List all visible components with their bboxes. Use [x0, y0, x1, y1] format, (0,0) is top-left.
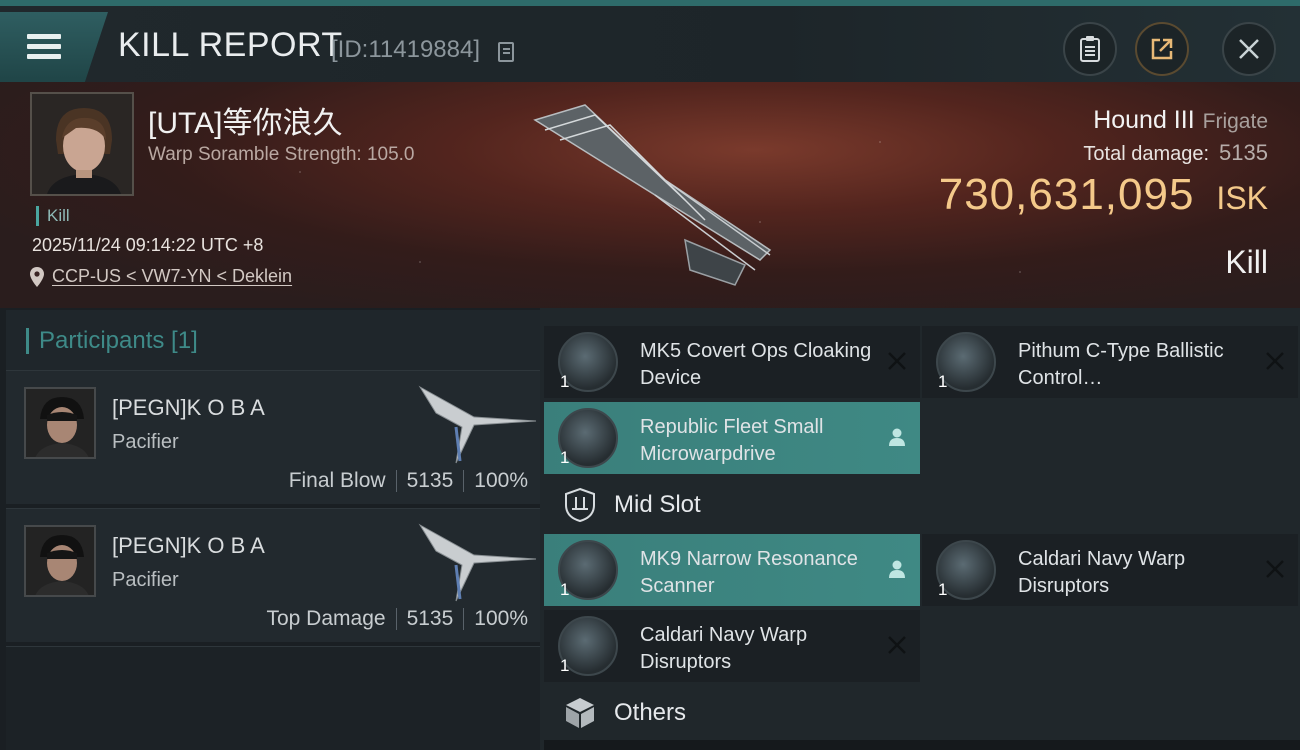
participant-role: Top Damage: [266, 607, 386, 630]
kill-tag: Kill: [36, 206, 70, 226]
x-mark-icon: [888, 636, 906, 654]
item-name: Caldari Navy Warp Disruptors: [640, 624, 808, 673]
item-name: Pithum C-Type Ballistic Control…: [1018, 340, 1224, 389]
participants-panel: Participants [1] [PEGN]K O B A Pacifier …: [0, 308, 540, 750]
participant-ship-image: [418, 385, 537, 464]
participants-header: Participants [1]: [6, 310, 540, 372]
mid-slot-section-header: Mid Slot: [544, 476, 1300, 534]
others-label: Others: [614, 699, 687, 726]
isk-amount: 730,631,095: [938, 170, 1195, 219]
participant-ship: Pacifier: [112, 569, 179, 591]
fitting-item[interactable]: 1 MK5 Covert Ops Cloaking Device: [544, 326, 920, 398]
item-quantity: 1: [560, 580, 570, 599]
total-damage: Total damage: 5135: [1083, 140, 1268, 166]
shield-slot-icon: [565, 487, 595, 523]
close-button[interactable]: [1222, 22, 1276, 76]
participant-portrait: [24, 525, 96, 597]
pilot-portrait-image: [32, 94, 132, 194]
list-bottom-edge: [544, 740, 1300, 750]
fitting-item[interactable]: 1 Caldari Navy Warp Disruptors: [544, 610, 920, 682]
fitting-item[interactable]: 1 Pithum C-Type Ballistic Control…: [922, 326, 1298, 398]
victim-name: [UTA]等你浪久: [148, 107, 343, 140]
participants-title: Participants [1]: [26, 328, 198, 354]
location-text: CCP-US < VW7-YN < Deklein: [52, 266, 293, 286]
report-result: Kill: [1225, 244, 1268, 280]
participant-card[interactable]: [PEGN]K O B A Pacifier Top Damage 5135 1…: [6, 508, 540, 642]
fitting-item[interactable]: 1 Republic Fleet Small Microwarpdrive: [544, 402, 920, 474]
clipboard-icon: [1080, 36, 1100, 62]
isk-value: 730,631,095 ISK: [939, 170, 1268, 220]
item-name: Caldari Navy Warp Disruptors: [1018, 548, 1186, 597]
total-damage-value: 5135: [1219, 140, 1268, 165]
copy-icon[interactable]: [498, 42, 514, 62]
person-icon: [889, 428, 905, 446]
location-pin-icon: [30, 266, 44, 287]
participant-name: [PEGN]K O B A: [112, 533, 265, 558]
ship-name: Hound III: [1093, 106, 1195, 134]
kill-location-link[interactable]: CCP-US < VW7-YN < Deklein: [30, 266, 292, 287]
participant-card[interactable]: [PEGN]K O B A Pacifier Final Blow 5135 1…: [6, 370, 540, 504]
divider: [395, 470, 397, 492]
cube-icon: [566, 698, 594, 728]
isk-unit: ISK: [1216, 180, 1268, 216]
top-bar: KILL REPORT [ID:11419884]: [0, 0, 1300, 84]
item-name: Republic Fleet Small Microwarpdrive: [640, 416, 824, 465]
fitting-panel[interactable]: 1 MK5 Covert Ops Cloaking Device 1 Pithu…: [540, 308, 1300, 750]
report-id: [ID:11419884]: [331, 36, 481, 63]
x-mark-icon: [1266, 352, 1284, 370]
participant-name: [PEGN]K O B A: [112, 395, 265, 420]
hamburger-menu-icon: [27, 34, 61, 60]
close-icon: [1239, 39, 1259, 59]
x-mark-icon: [1266, 560, 1284, 578]
share-button[interactable]: [1135, 22, 1189, 76]
participant-ship: Pacifier: [112, 431, 179, 453]
participant-ship-image: [418, 523, 537, 602]
participants-empty-area: [6, 646, 540, 750]
participant-role: Final Blow: [288, 469, 386, 492]
participant-percent: 100%: [474, 469, 528, 492]
divider: [395, 608, 397, 630]
victim-portrait[interactable]: [30, 92, 134, 196]
participant-stats: Final Blow 5135 100%: [289, 469, 528, 493]
participant-portrait: [24, 387, 96, 459]
fitting-item[interactable]: 1 MK9 Narrow Resonance Scanner: [544, 534, 920, 606]
total-damage-label: Total damage:: [1083, 143, 1210, 165]
item-quantity: 1: [560, 448, 570, 467]
participant-damage: 5135: [406, 607, 454, 630]
item-name: MK9 Narrow Resonance Scanner: [640, 548, 858, 597]
x-mark-icon: [888, 352, 906, 370]
menu-button[interactable]: [0, 12, 108, 84]
mid-slot-label: Mid Slot: [614, 491, 701, 518]
item-quantity: 1: [938, 580, 948, 599]
item-quantity: 1: [560, 656, 570, 675]
divider: [463, 470, 465, 492]
warp-scramble-strength: Warp Soramble Strength: 105.0: [148, 144, 415, 165]
others-section-header: Others: [544, 684, 1300, 742]
item-quantity: 1: [560, 372, 570, 391]
share-icon: [1151, 38, 1173, 60]
participant-percent: 100%: [474, 607, 528, 630]
kill-summary-banner: [UTA]等你浪久 Warp Soramble Strength: 105.0 …: [0, 82, 1300, 308]
item-quantity: 1: [938, 372, 948, 391]
victim-ship-image: [533, 104, 772, 286]
participant-stats: Top Damage 5135 100%: [266, 607, 528, 631]
person-icon: [889, 560, 905, 578]
page-title: KILL REPORT: [118, 26, 343, 64]
participant-damage: 5135: [406, 469, 454, 492]
fitting-item[interactable]: 1 Caldari Navy Warp Disruptors: [922, 534, 1298, 606]
kill-datetime: 2025/11/24 09:14:22 UTC +8: [32, 235, 264, 255]
divider: [463, 608, 465, 630]
item-name: MK5 Covert Ops Cloaking Device: [640, 340, 872, 389]
victim-ship: Hound III Frigate: [1093, 106, 1268, 135]
ship-class: Frigate: [1202, 110, 1268, 133]
clipboard-button[interactable]: [1063, 22, 1117, 76]
